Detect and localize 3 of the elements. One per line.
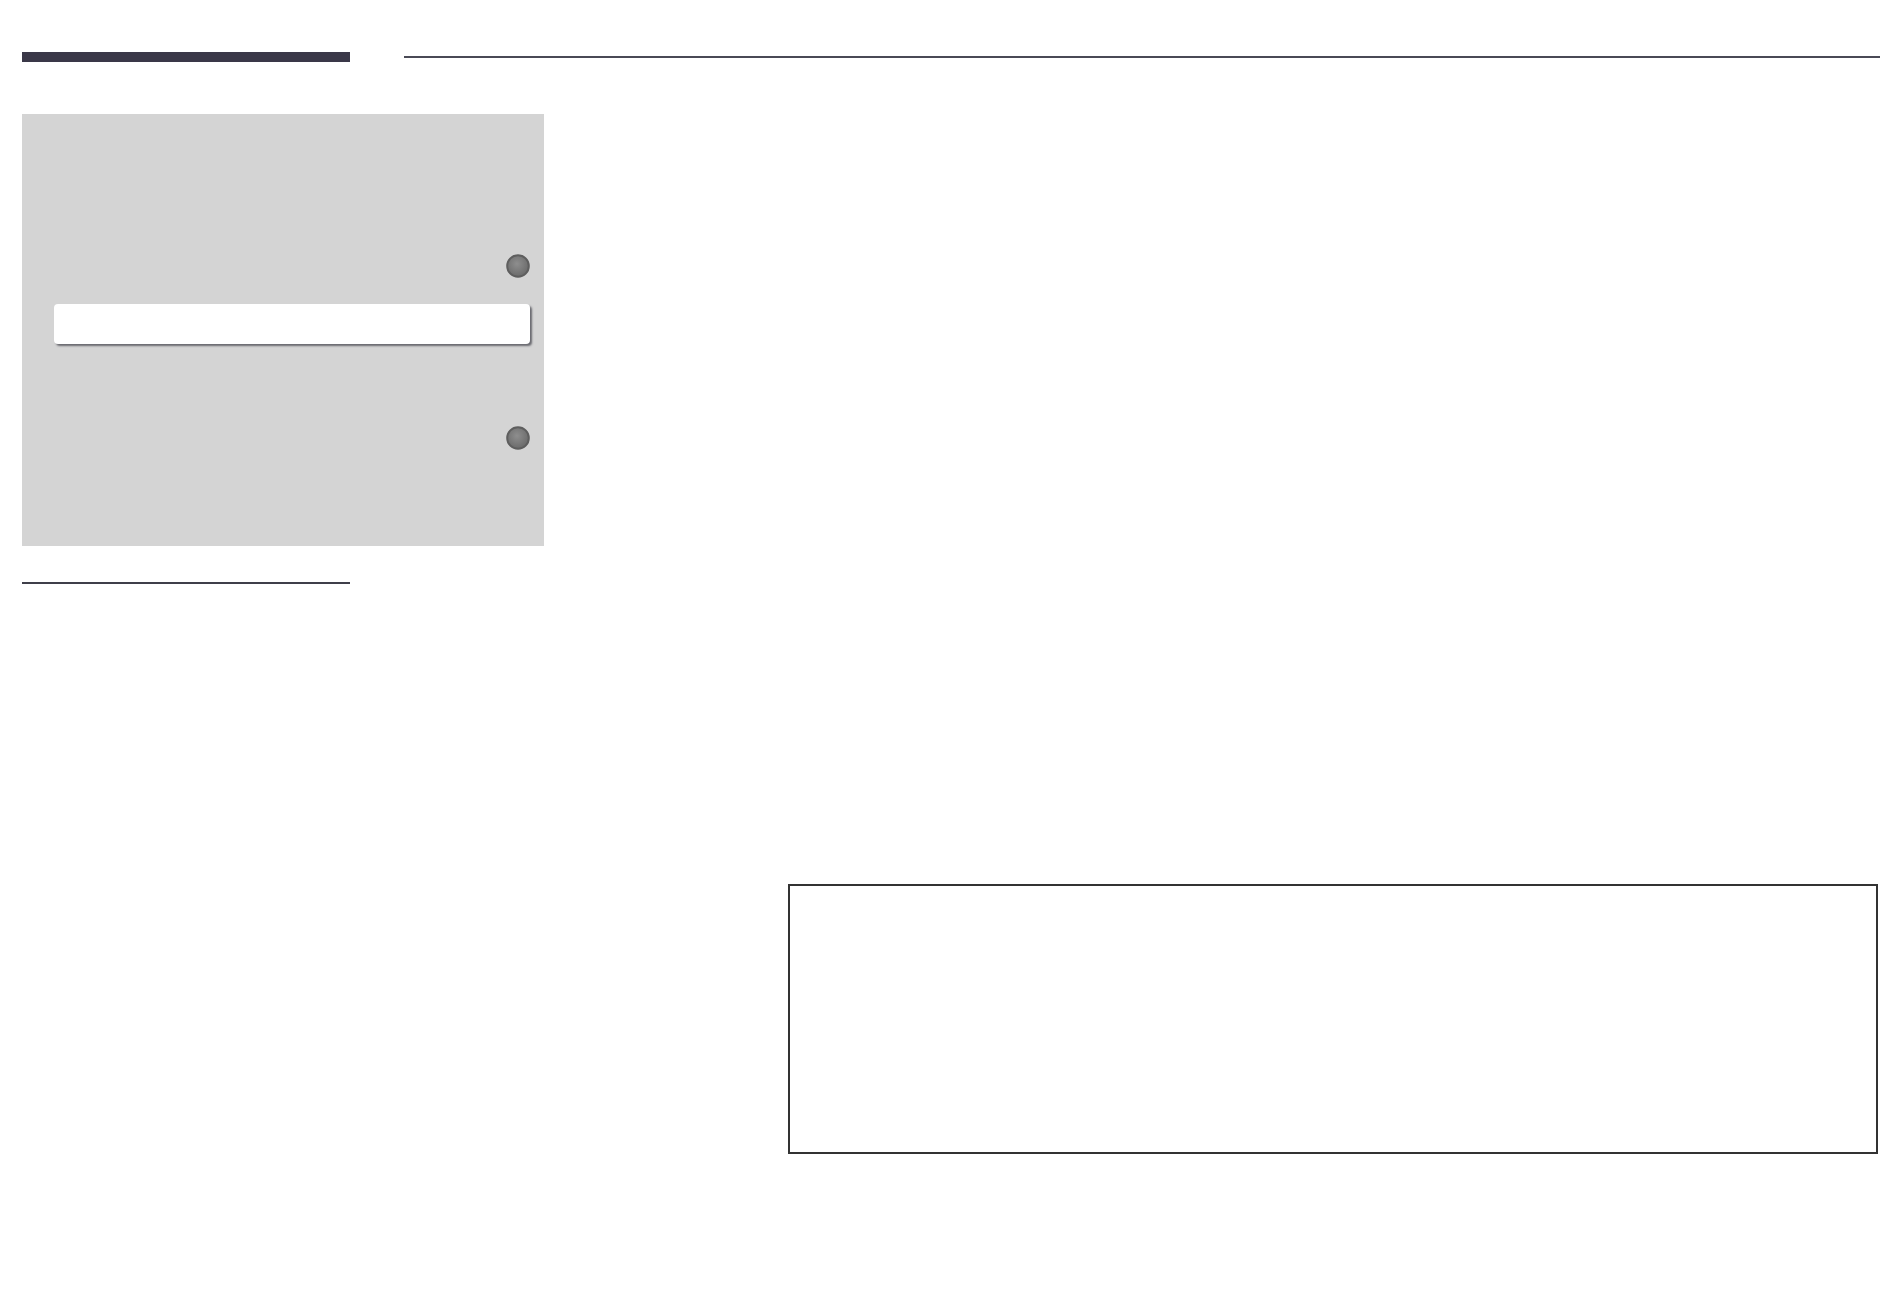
menu-item-highlight[interactable] [54,304,530,344]
dot-icon [506,254,530,278]
dot-icon [506,426,530,450]
